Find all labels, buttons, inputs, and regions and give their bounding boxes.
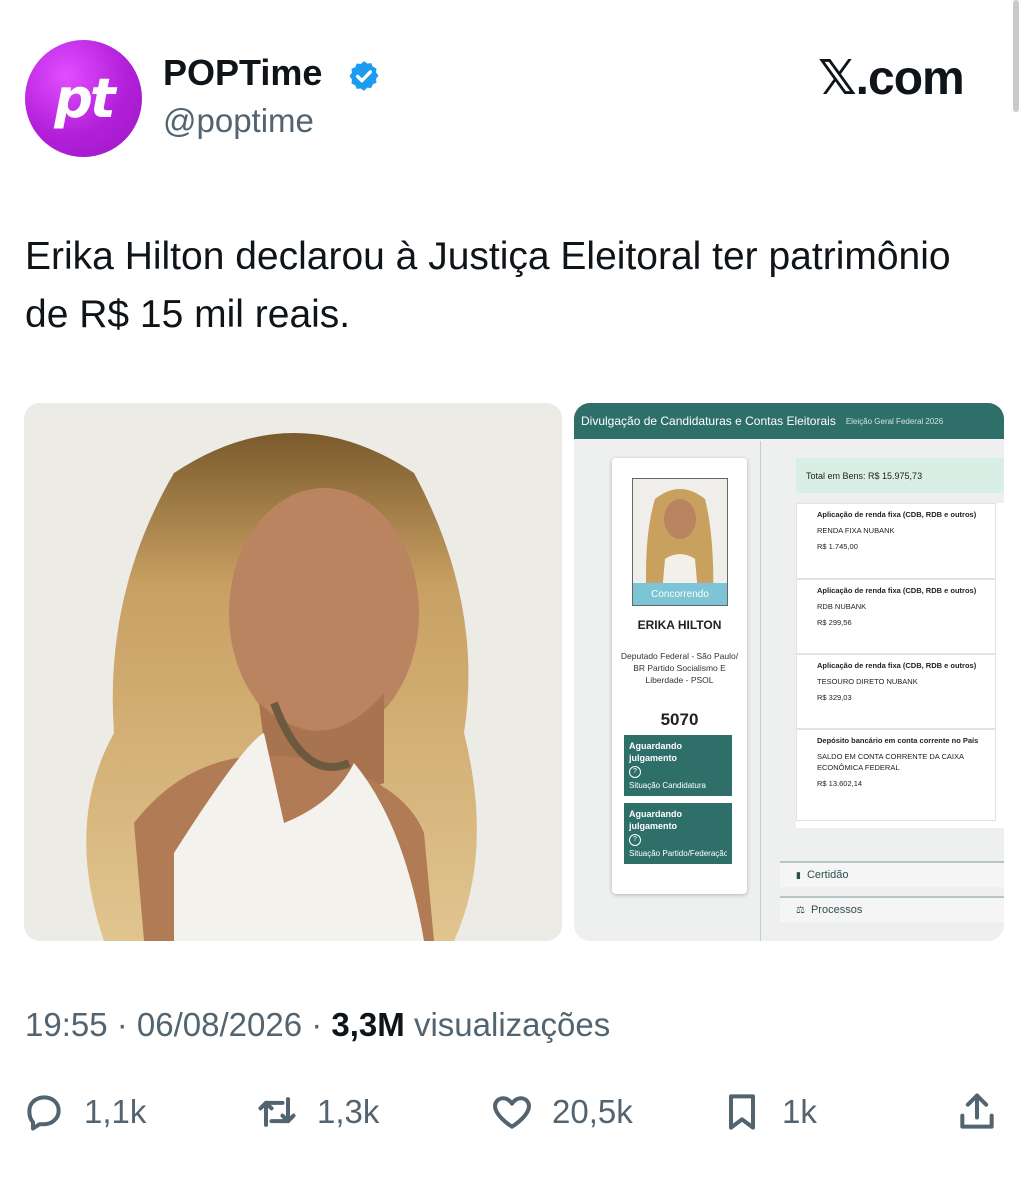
status-title: Aguardando julgamento [629, 809, 682, 831]
scales-icon: ⚖ [796, 904, 805, 916]
status-box-candidacy: Aguardando julgamento ? Situação Candida… [624, 735, 732, 796]
candidate-name: ERIKA HILTON [637, 618, 722, 632]
candidacy-badge: Concorrendo [633, 583, 727, 605]
reply-button[interactable]: 1,1k [22, 1090, 146, 1134]
asset-item: Aplicação de renda fixa (CDB, RDB e outr… [796, 503, 996, 579]
repost-count: 1,3k [317, 1093, 380, 1130]
scrollbar[interactable] [1013, 0, 1019, 112]
divider [760, 441, 761, 941]
candidate-description: Deputado Federal - São Paulo/ BR Partido… [620, 651, 739, 685]
help-icon: ? [629, 834, 641, 846]
accordion-label: Certidão [806, 869, 849, 881]
document-icon: ▮ [796, 869, 801, 880]
bookmark-icon [728, 1094, 756, 1130]
asset-name: RENDA FIXA NUBANK [817, 526, 895, 535]
action-bar: 1,1k 1,3k 20,5k 1k [0, 1090, 1029, 1150]
asset-name: TESOURO DIRETO NUBANK [817, 677, 918, 686]
tweet-meta: 19:55 · 06/08/2026 · 3,3M visualizações [25, 1006, 610, 1044]
like-button[interactable]: 20,5k [490, 1090, 633, 1134]
avatar[interactable]: pt [25, 40, 142, 157]
share-icon [960, 1093, 994, 1129]
status-label: Situação Candidatura [629, 781, 706, 790]
candidate-number: 5070 [660, 710, 699, 729]
reply-icon [27, 1095, 61, 1131]
share-button[interactable] [955, 1090, 999, 1134]
bookmark-count: 1k [782, 1093, 817, 1130]
total-assets: Total em Bens: R$ 15.975,73 [796, 458, 1004, 493]
asset-value: R$ 13.602,14 [817, 779, 863, 788]
media-photo[interactable] [24, 403, 562, 941]
status-label: Situação Partido/Federação/Coligação [629, 849, 727, 858]
status-box-party: Aguardando julgamento ? Situação Partido… [624, 803, 732, 864]
asset-type: Aplicação de renda fixa (CDB, RDB e outr… [817, 661, 977, 670]
bookmark-button[interactable]: 1k [720, 1090, 817, 1134]
media-screenshot[interactable]: Divulgação de Candidaturas e Contas Elei… [574, 403, 1004, 941]
avatar-logo-text: pt [54, 67, 115, 130]
asset-name: RDB NUBANK [817, 602, 867, 611]
site-header-title: Divulgação de Candidaturas e Contas Elei… [581, 414, 836, 428]
verified-badge-icon [349, 61, 379, 91]
accordion-label: Processos [810, 904, 863, 916]
asset-value: R$ 329,03 [817, 693, 852, 702]
site-header: Divulgação de Candidaturas e Contas Elei… [574, 403, 1004, 439]
repost-button[interactable]: 1,3k [255, 1090, 379, 1134]
accordion-processos[interactable]: ⚖ Processos [780, 896, 1004, 922]
asset-name: SALDO EM CONTA CORRENTE DA CAIXA ECONÔMI… [817, 752, 964, 772]
asset-type: Aplicação de renda fixa (CDB, RDB e outr… [817, 586, 977, 595]
heart-icon [493, 1096, 531, 1129]
assets-list: Aplicação de renda fixa (CDB, RDB e outr… [796, 503, 1004, 828]
reply-count: 1,1k [84, 1093, 147, 1130]
tweet-text: Erika Hilton declarou à Justiça Eleitora… [25, 235, 951, 336]
asset-type: Aplicação de renda fixa (CDB, RDB e outr… [817, 510, 977, 519]
help-icon: ? [629, 766, 641, 778]
display-name[interactable]: POPTime [163, 52, 322, 94]
asset-type: Depósito bancário em conta corrente no P… [817, 736, 979, 745]
asset-item: Aplicação de renda fixa (CDB, RDB e outr… [796, 579, 996, 654]
repost-icon [258, 1097, 296, 1127]
accordion-certidao[interactable]: ▮ Certidão [780, 861, 1004, 887]
views-count: 3,3M [331, 1006, 405, 1043]
like-count: 20,5k [552, 1093, 633, 1130]
views-label: visualizações [404, 1006, 611, 1043]
x-logo: 𝕏.com [818, 52, 965, 105]
asset-value: R$ 299,56 [817, 618, 852, 627]
site-header-subtitle: Eleição Geral Federal 2026 [845, 416, 944, 426]
asset-item: Depósito bancário em conta corrente no P… [796, 729, 996, 821]
asset-value: R$ 1.745,00 [817, 542, 858, 551]
status-title: Aguardando julgamento [629, 741, 682, 763]
candidate-card: Concorrendo ERIKA HILTON Deputado Federa… [612, 458, 747, 894]
asset-item: Aplicação de renda fixa (CDB, RDB e outr… [796, 654, 996, 729]
timestamp[interactable]: 19:55 · 06/08/2026 · [25, 1006, 331, 1043]
candidate-photo: Concorrendo [632, 478, 728, 606]
user-handle[interactable]: @poptime [163, 102, 314, 140]
portrait-image [24, 403, 562, 941]
